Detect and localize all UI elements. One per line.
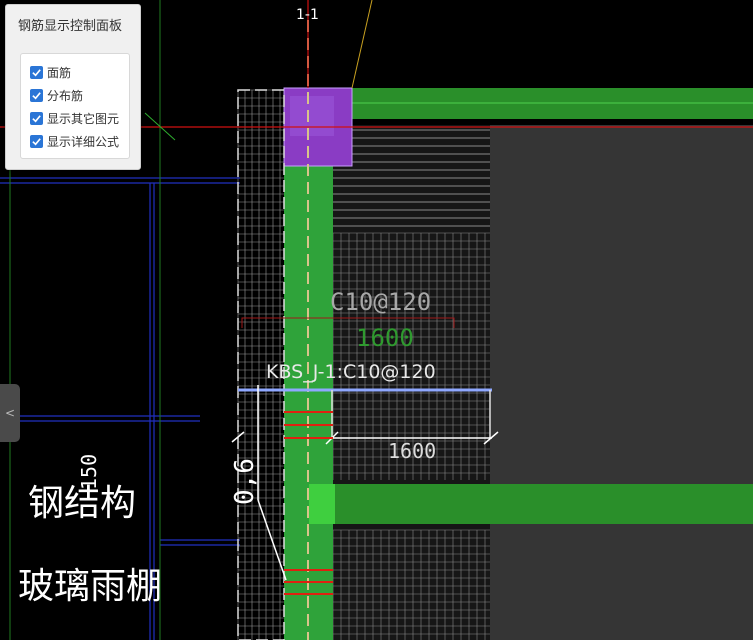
chevron-left-icon: < xyxy=(4,406,16,420)
column-inner xyxy=(290,96,334,136)
vertical-dimension-text: 0,6 xyxy=(230,458,260,505)
checkbox-checked-icon[interactable] xyxy=(30,111,43,125)
option-label: 面筋 xyxy=(47,65,72,80)
option-label: 显示其它图元 xyxy=(47,111,120,126)
option-distribution-rebar[interactable]: 分布筋 xyxy=(30,85,83,105)
rebar-display-control-panel: 钢筋显示控制面板 面筋 分布筋 显示其它图元 显示详细公式 xyxy=(5,4,141,170)
member-label: KBS_J-1:C10@120 xyxy=(266,361,436,383)
dimension-text: 1600 xyxy=(388,439,436,463)
panel-title: 钢筋显示控制面板 xyxy=(18,19,123,34)
checkbox-checked-icon[interactable] xyxy=(30,88,43,102)
collapse-tab-button[interactable]: < xyxy=(0,384,20,442)
panel-options-box: 面筋 分布筋 显示其它图元 显示详细公式 xyxy=(20,53,130,159)
leader-line xyxy=(351,0,373,89)
checkbox-checked-icon[interactable] xyxy=(30,134,43,148)
glass-canopy-text: 玻璃雨棚 xyxy=(18,566,162,607)
steel-structure-text: 钢结构 xyxy=(28,483,136,524)
option-show-other-elements[interactable]: 显示其它图元 xyxy=(30,108,119,128)
option-show-detail-formula[interactable]: 显示详细公式 xyxy=(30,131,119,151)
option-face-rebar[interactable]: 面筋 xyxy=(30,62,71,82)
slab-area xyxy=(490,125,753,640)
checkbox-checked-icon[interactable] xyxy=(30,65,43,79)
rebar-length-text: 1600 xyxy=(356,324,414,352)
option-label: 分布筋 xyxy=(47,88,84,103)
rebar-spec-text: C10@120 xyxy=(330,288,431,316)
option-label: 显示详细公式 xyxy=(47,134,120,149)
lower-beam-end xyxy=(309,484,335,524)
lower-beam[interactable] xyxy=(309,484,753,524)
section-label: 1-1 xyxy=(296,7,319,23)
